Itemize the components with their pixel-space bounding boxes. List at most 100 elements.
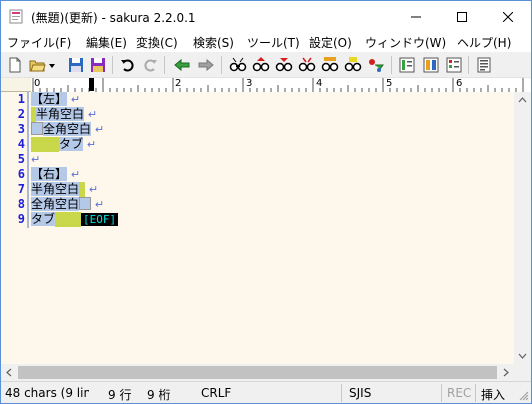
- compare-icon[interactable]: [422, 56, 440, 74]
- line-feed-mark: ↵: [70, 93, 81, 106]
- line-feed-mark: ↵: [31, 153, 41, 166]
- horizontal-scrollbar[interactable]: [1, 364, 514, 381]
- modified-line-bar: [27, 92, 29, 228]
- sakura-window: (無題)(更新) - sakura 2.2.0.1 ファイル(F) 編集(E) …: [0, 0, 532, 404]
- menu-convert[interactable]: 変換(C): [136, 34, 178, 51]
- jump-back-icon[interactable]: [173, 56, 191, 74]
- jump-forward-icon[interactable]: [197, 56, 215, 74]
- close-icon: [503, 11, 513, 22]
- horizontal-scroll-thumb[interactable]: [18, 366, 497, 379]
- menu-edit[interactable]: 編集(E): [86, 34, 127, 51]
- line-number-gutter: 1 2 3 4 5 6 7 8 9: [1, 92, 29, 364]
- menu-window[interactable]: ウィンドウ(W): [365, 34, 446, 51]
- scrollbar-corner: [514, 364, 531, 381]
- status-separator: [475, 384, 476, 402]
- ruler-label-4: 4: [316, 78, 323, 89]
- toolbar-separator: [391, 56, 392, 74]
- line-number: 9: [17, 212, 25, 226]
- status-encoding[interactable]: SJIS: [349, 386, 371, 400]
- ruler-label-3: 3: [246, 78, 253, 89]
- editor-area[interactable]: 1 2 3 4 5 6 7 8 9 【左】 ↵ 半角空白 ↵ 全角空白 ↵ タブ…: [1, 92, 514, 364]
- full-width-space-mark: [31, 122, 43, 135]
- line-number: 7: [17, 182, 25, 196]
- status-column: 9 桁: [147, 388, 171, 402]
- editor-line: タブ [EOF]: [31, 212, 119, 227]
- function-list-icon[interactable]: [445, 56, 463, 74]
- open-folder-icon[interactable]: [28, 56, 46, 74]
- search-mark-icon[interactable]: [298, 56, 316, 74]
- tab-mark: [55, 212, 82, 227]
- tag-jump-icon[interactable]: [367, 56, 385, 74]
- ruler-label-6: 6: [456, 78, 463, 89]
- editor-line: ↵: [31, 152, 40, 167]
- status-row: 9 行: [108, 388, 132, 402]
- scroll-up-icon[interactable]: [514, 92, 531, 109]
- scroll-left-icon[interactable]: [1, 364, 18, 381]
- status-separator: [341, 384, 342, 402]
- scroll-right-icon[interactable]: [497, 364, 514, 381]
- save-all-icon[interactable]: [89, 56, 107, 74]
- maximize-button[interactable]: [439, 1, 485, 32]
- line-feed-mark: ↵: [87, 108, 98, 121]
- wrap-icon[interactable]: [475, 56, 493, 74]
- line-text: タブ: [59, 137, 84, 151]
- line-number: 4: [17, 137, 25, 151]
- status-char-count: 48 chars (9 line: [5, 386, 89, 400]
- grep-icon[interactable]: [344, 56, 362, 74]
- line-feed-mark: ↵: [86, 138, 97, 151]
- menu-tools[interactable]: ツール(T): [247, 34, 300, 51]
- menu-help[interactable]: ヘルプ(H): [457, 34, 511, 51]
- line-feed-mark: ↵: [94, 123, 105, 136]
- status-line-ending[interactable]: CRLF: [201, 386, 231, 400]
- line-number: 5: [17, 152, 25, 166]
- resize-grip-icon[interactable]: [519, 391, 529, 401]
- menu-settings[interactable]: 設定(O): [309, 34, 352, 51]
- line-text: 【左】: [31, 92, 68, 106]
- redo-icon[interactable]: [141, 56, 159, 74]
- minimize-icon: [411, 16, 421, 17]
- sakura-app-icon: [9, 9, 23, 24]
- toolbar-separator: [221, 56, 222, 74]
- minimize-button[interactable]: [393, 1, 439, 32]
- line-text: タブ: [31, 212, 56, 226]
- line-feed-mark: ↵: [88, 183, 99, 196]
- editor-line: 【右】 ↵: [31, 167, 80, 182]
- line-feed-mark: ↵: [94, 198, 105, 211]
- search-prev-icon[interactable]: [252, 56, 270, 74]
- ruler-label-5: 5: [386, 78, 393, 89]
- status-separator: [441, 384, 442, 402]
- editor-line: 全角空白 ↵: [31, 122, 104, 137]
- search-next-icon[interactable]: [275, 56, 293, 74]
- scroll-down-icon[interactable]: [514, 347, 531, 364]
- line-number: 1: [17, 92, 25, 106]
- window-title: (無題)(更新) - sakura 2.2.0.1: [31, 11, 196, 25]
- replace-icon[interactable]: [321, 56, 339, 74]
- vertical-scrollbar[interactable]: [514, 92, 531, 364]
- menu-file[interactable]: ファイル(F): [7, 34, 71, 51]
- eof-marker: [EOF]: [81, 213, 119, 226]
- editor-line: 半角空白 ↵: [31, 182, 98, 197]
- toolbar-separator: [164, 56, 165, 74]
- editor-line: 【左】 ↵: [31, 92, 80, 107]
- close-button[interactable]: [485, 1, 531, 32]
- save-icon[interactable]: [67, 56, 85, 74]
- ruler-label-0: 0: [34, 78, 41, 89]
- status-insert-mode[interactable]: 挿入: [481, 386, 505, 403]
- undo-icon[interactable]: [119, 56, 137, 74]
- line-text: 全角空白: [43, 122, 92, 136]
- menu-search[interactable]: 検索(S): [193, 34, 234, 51]
- toolbar-separator: [468, 56, 469, 74]
- new-file-icon[interactable]: [6, 56, 24, 74]
- tab-mark: [31, 137, 59, 152]
- editor-line: 全角空白 ↵: [31, 197, 104, 212]
- ruler-label-2: 2: [175, 78, 182, 89]
- ruler: 0 2 3 4 5 6: [1, 78, 531, 92]
- full-width-space-mark: [79, 197, 92, 210]
- toolbar: [1, 52, 531, 78]
- half-space-mark: [79, 182, 86, 197]
- dropdown-icon[interactable]: [47, 56, 57, 74]
- search-icon[interactable]: [229, 56, 247, 74]
- line-text: 全角空白: [31, 197, 80, 211]
- outline-icon[interactable]: [398, 56, 416, 74]
- line-text: 半角空白: [31, 182, 80, 196]
